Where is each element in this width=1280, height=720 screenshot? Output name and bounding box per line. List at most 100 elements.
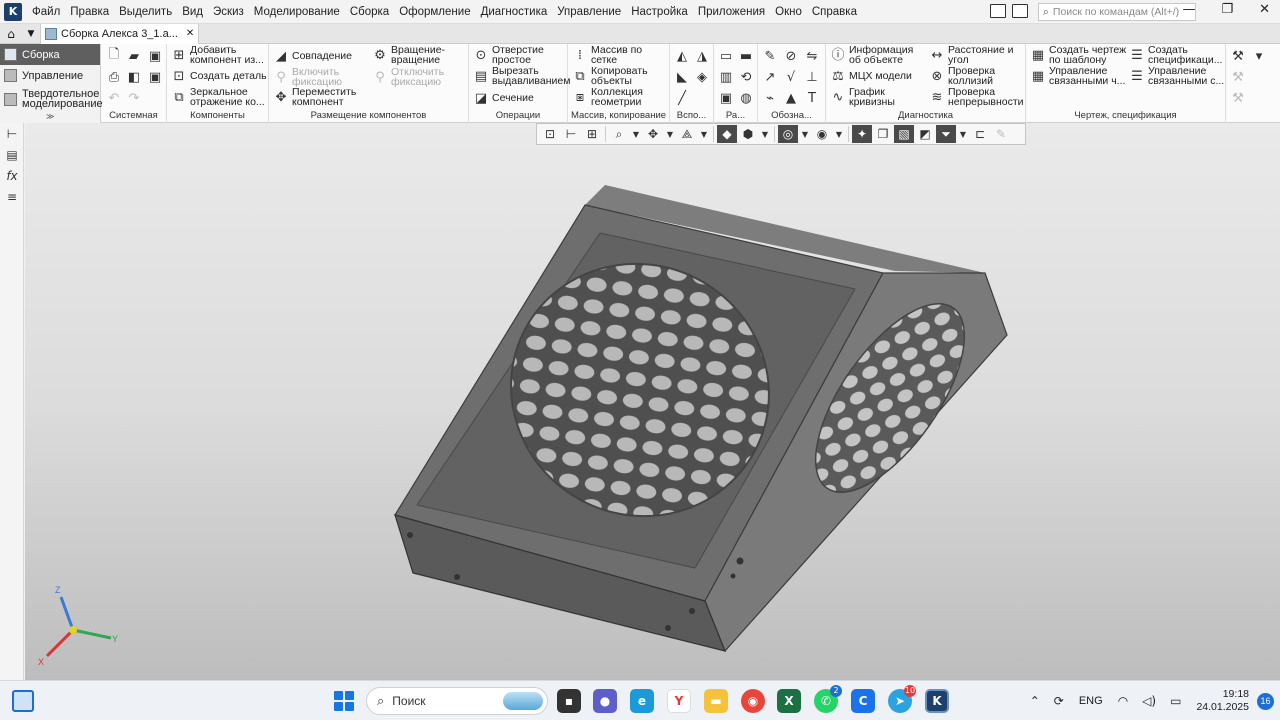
close-tab-icon[interactable]: ✕ xyxy=(186,28,194,39)
sphere-icon[interactable]: ◍ xyxy=(737,89,755,107)
wifi-icon[interactable]: ◠ xyxy=(1118,694,1128,708)
menu-edit[interactable]: Правка xyxy=(65,0,114,24)
variables-icon[interactable]: fx xyxy=(0,165,24,186)
new-file-icon[interactable]: 🗋 xyxy=(105,47,123,65)
copy-view-icon[interactable]: ❐ xyxy=(873,125,893,143)
menu-assembly[interactable]: Сборка xyxy=(345,0,394,24)
zoom-dropdown-icon[interactable]: ▼ xyxy=(630,125,642,143)
hide-dropdown-icon[interactable]: ▼ xyxy=(799,125,811,143)
orientation-icon[interactable]: ⟁ xyxy=(677,125,697,143)
render-icon[interactable]: ▧ xyxy=(894,125,914,143)
coincidence-button[interactable]: ◢ Совпадение xyxy=(273,49,352,65)
taskbar-search[interactable]: ⌕ Поиск xyxy=(366,687,548,715)
menu-modeling[interactable]: Моделирование xyxy=(249,0,345,24)
layout-window-icon[interactable] xyxy=(990,4,1006,18)
chart-icon[interactable]: ▥ xyxy=(717,68,735,86)
offset-plane-icon[interactable]: ◣ xyxy=(673,68,691,86)
datum-icon[interactable]: ▲ xyxy=(782,89,800,107)
excel-icon[interactable]: X xyxy=(777,689,801,713)
pan-icon[interactable]: ✥ xyxy=(643,125,663,143)
filter-icon[interactable]: ⏷ xyxy=(936,125,956,143)
box-icon[interactable]: ▬ xyxy=(737,47,755,65)
print-icon[interactable]: ⎙ xyxy=(105,68,123,86)
widgets-icon[interactable] xyxy=(12,690,34,712)
frame-icon[interactable]: ▭ xyxy=(717,47,735,65)
filter-dropdown-icon[interactable]: ▼ xyxy=(957,125,969,143)
menu-window[interactable]: Окно xyxy=(770,0,807,24)
hide-icon[interactable]: ◎ xyxy=(778,125,798,143)
coordinate-icon[interactable]: ⊢ xyxy=(561,125,581,143)
document-tab[interactable]: Сборка Алекса 3_1.a... ✕ xyxy=(40,23,200,44)
simple-hole-button[interactable]: ⊙ Отверстие простое xyxy=(473,45,544,65)
tool2-icon[interactable]: ⚒ xyxy=(1229,68,1247,86)
layers-icon[interactable]: ≡ xyxy=(0,186,24,207)
open-folder-icon[interactable]: ▰ xyxy=(125,47,143,65)
orientation-dropdown-icon[interactable]: ▼ xyxy=(698,125,710,143)
roughness-icon[interactable]: √ xyxy=(782,68,800,86)
copy-objects-button[interactable]: ⧉ Копировать объекты xyxy=(572,66,647,86)
point-icon[interactable]: ◈ xyxy=(693,68,711,86)
mirror-component-button[interactable]: ⧉ Зеркальное отражение ко... xyxy=(171,87,264,107)
weld-icon[interactable]: ⌁ xyxy=(761,89,779,107)
start-button[interactable] xyxy=(334,691,354,711)
section-button[interactable]: ◪ Сечение xyxy=(473,91,534,107)
yandex-browser-icon[interactable]: Y xyxy=(667,689,691,713)
object-info-button[interactable]: ⓘ Информация об объекте xyxy=(830,45,913,65)
kompas-icon[interactable]: K xyxy=(925,689,949,713)
fix-off-button[interactable]: ⚲ Отключить фиксацию xyxy=(372,67,444,87)
menu-select[interactable]: Выделить xyxy=(114,0,177,24)
file-explorer-icon[interactable]: ▬ xyxy=(704,689,728,713)
notification-badge[interactable]: 16 xyxy=(1257,692,1274,710)
properties-icon[interactable]: ▤ xyxy=(0,144,24,165)
chrome-icon[interactable]: ◉ xyxy=(741,689,765,713)
text-icon[interactable]: T xyxy=(803,89,821,107)
menu-settings[interactable]: Настройка xyxy=(626,0,693,24)
modes-expand-icon[interactable]: ≫ xyxy=(46,112,54,121)
menu-drafting[interactable]: Оформление xyxy=(394,0,475,24)
rotation-button[interactable]: ⚙ Вращение-вращение xyxy=(372,45,445,65)
create-spec-button[interactable]: ☰ Создать спецификаци... xyxy=(1129,45,1222,65)
sparkle-icon[interactable]: ✦ xyxy=(852,125,872,143)
task-view-icon[interactable]: ▪ xyxy=(557,689,581,713)
chevron-up-icon[interactable]: ⌃ xyxy=(1030,694,1040,708)
pan-dropdown-icon[interactable]: ▼ xyxy=(664,125,676,143)
clock[interactable]: 19:18 24.01.2025 xyxy=(1196,688,1249,714)
whatsapp-icon[interactable]: ✆ 2 xyxy=(814,685,842,713)
mode-assembly[interactable]: Сборка xyxy=(0,44,100,65)
menu-file[interactable]: Файл xyxy=(27,0,65,24)
tool-icon[interactable]: ⚒ xyxy=(1229,47,1247,65)
menu-view[interactable]: Вид xyxy=(177,0,208,24)
shaded-view-icon[interactable]: ◆ xyxy=(717,125,737,143)
menu-diagnostics[interactable]: Диагностика xyxy=(476,0,553,24)
add-component-button[interactable]: ⊞ Добавить компонент из... xyxy=(171,45,264,65)
redo-icon[interactable]: ↷ xyxy=(125,89,143,107)
menu-help[interactable]: Справка xyxy=(807,0,862,24)
visibility-dropdown-icon[interactable]: ▼ xyxy=(833,125,845,143)
preview-icon[interactable]: ◧ xyxy=(125,68,143,86)
wireframe-icon[interactable]: ⬢ xyxy=(738,125,758,143)
tool3-icon[interactable]: ⚒ xyxy=(1229,89,1247,107)
collision-check-button[interactable]: ⊗ Проверка коллизий xyxy=(929,66,995,86)
axis-icon[interactable]: ◮ xyxy=(693,47,711,65)
mode-management[interactable]: Управление xyxy=(0,65,100,86)
save-all-icon[interactable]: ▣ xyxy=(146,68,164,86)
move-component-button[interactable]: ✥ Переместить компонент xyxy=(273,87,357,107)
menu-management[interactable]: Управление xyxy=(552,0,626,24)
save-icon[interactable]: ▣ xyxy=(146,47,164,65)
pen-icon[interactable]: ✎ xyxy=(991,125,1011,143)
sync-icon[interactable]: ⟳ xyxy=(1054,694,1064,708)
line-icon[interactable]: ╱ xyxy=(673,89,691,107)
curvature-plot-button[interactable]: ∿ График кривизны xyxy=(830,87,895,107)
tab-list-dropdown-icon[interactable]: ▼ xyxy=(22,29,40,39)
grid-array-button[interactable]: ⁞ Массив по сетке xyxy=(572,45,642,65)
fix-on-button[interactable]: ⚲ Включить фиксацию xyxy=(273,67,342,87)
drawing-from-template-button[interactable]: ▦ Создать чертеж по шаблону xyxy=(1030,45,1126,65)
create-part-button[interactable]: ⊡ Создать деталь xyxy=(171,69,267,85)
volume-icon[interactable]: ◁) xyxy=(1142,694,1156,708)
menu-applications[interactable]: Приложения xyxy=(693,0,770,24)
continuity-check-button[interactable]: ≋ Проверка непрерывности xyxy=(929,87,1024,107)
language-indicator[interactable]: ENG xyxy=(1079,695,1103,707)
tree-icon[interactable]: ⊢ xyxy=(0,123,24,144)
dropdown-icon[interactable]: ▾ xyxy=(1250,47,1268,65)
mode-solid-modeling[interactable]: Твердотельное моделирование xyxy=(0,86,103,112)
